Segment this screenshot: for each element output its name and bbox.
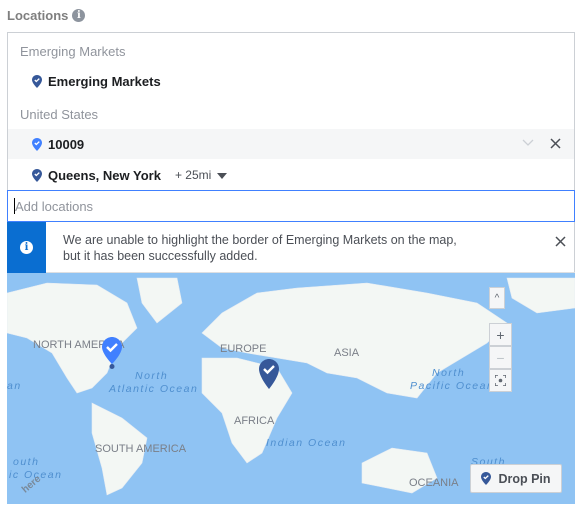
caret-down-icon: [217, 173, 228, 179]
add-locations-input[interactable]: Add locations: [7, 190, 575, 222]
map-pin-icon[interactable]: [102, 337, 122, 369]
ocean-label: Atlantic Ocean: [109, 383, 199, 395]
map-pin-icon[interactable]: [259, 359, 279, 389]
location-item[interactable]: Emerging Markets: [8, 66, 574, 96]
info-icon[interactable]: i: [72, 9, 86, 22]
focus-icon: [495, 375, 506, 386]
location-pin-icon: [481, 472, 492, 485]
location-item[interactable]: Queens, New York + 25mi: [8, 160, 574, 190]
notice-banner: i We are unable to highlight the border …: [7, 222, 575, 273]
location-name: Queens, New York: [48, 167, 161, 183]
collapse-button[interactable]: ^: [489, 287, 505, 309]
ocean-label: Indian Ocean: [266, 437, 347, 449]
ocean-label: North: [135, 370, 169, 382]
radius-value: + 25mi: [174, 168, 212, 182]
map-label-asia: ASIA: [334, 347, 360, 359]
recenter-button[interactable]: [489, 369, 512, 392]
map-label-south-america: SOUTH AMERICA: [95, 443, 187, 455]
add-locations-placeholder: Add locations: [15, 198, 94, 214]
drop-pin-button[interactable]: Drop Pin: [470, 464, 562, 493]
group-label: Emerging Markets: [20, 44, 126, 59]
location-pin-icon: [32, 74, 42, 88]
info-icon: i: [20, 241, 33, 254]
locations-header: Locations i: [7, 8, 86, 23]
notice-icon-block: i: [7, 222, 46, 273]
ocean-label: Pacific Ocean: [410, 380, 495, 392]
close-icon[interactable]: [555, 236, 566, 247]
map-label-oceania: OCEANIA: [409, 477, 459, 489]
drop-pin-label: Drop Pin: [498, 471, 551, 486]
location-name: Emerging Markets: [48, 73, 161, 89]
location-item[interactable]: 10009: [8, 129, 574, 159]
location-pin-icon: [32, 168, 42, 182]
locations-title: Locations: [7, 8, 69, 23]
locations-panel: Emerging Markets Emerging Markets United…: [7, 32, 575, 504]
location-name: 10009: [48, 136, 85, 152]
zoom-in-button[interactable]: +: [489, 323, 512, 346]
ocean-label: outh: [13, 456, 40, 468]
map-label-africa: AFRICA: [234, 415, 275, 427]
map-label-europe: EUROPE: [220, 343, 267, 355]
map[interactable]: NORTH AMERICA EUROPE ASIA AFRICA SOUTH A…: [7, 273, 575, 504]
close-icon[interactable]: [550, 138, 561, 149]
group-label: United States: [20, 107, 99, 122]
notice-text: We are unable to highlight the border of…: [63, 233, 457, 263]
location-pin-icon: [32, 137, 42, 151]
radius-dropdown[interactable]: + 25mi: [174, 168, 228, 182]
ocean-label: North: [432, 367, 466, 379]
ocean-label: an: [7, 380, 22, 392]
chevron-down-icon[interactable]: [522, 139, 534, 147]
zoom-out-button[interactable]: −: [489, 346, 512, 369]
